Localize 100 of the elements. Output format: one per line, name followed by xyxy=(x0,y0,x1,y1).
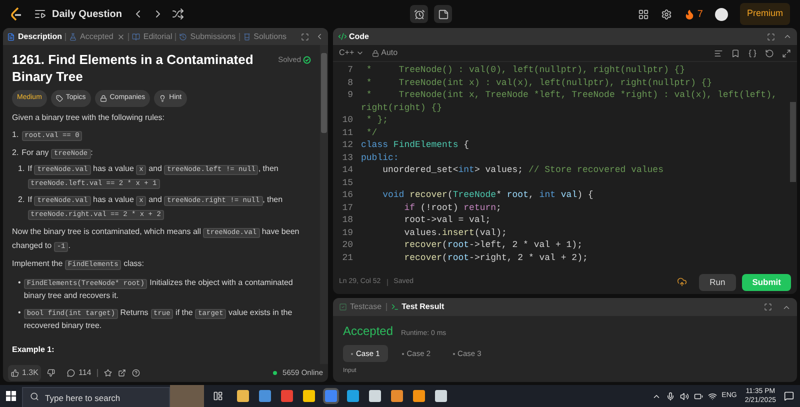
help-icon[interactable] xyxy=(132,369,140,377)
code-line: * TreeNode(int x, TreeNode *left, TreeNode *right) : val(x), left(left), right(right) {} xyxy=(361,89,778,114)
history-icon xyxy=(179,32,188,40)
code-line: recover(root->right, 2 * val + 2); xyxy=(403,252,589,264)
maximize-icon[interactable] xyxy=(301,32,309,40)
line-number: 12 xyxy=(341,139,354,152)
code-line: unordered_set<int> values; // Store recovered values xyxy=(382,164,664,176)
flame-icon[interactable] xyxy=(684,8,696,20)
section-heading: Example 1: xyxy=(12,344,56,356)
terminal-icon xyxy=(390,303,399,311)
panel-tab[interactable]: Description xyxy=(7,30,62,42)
list-marker: • xyxy=(18,276,21,288)
comment-icon xyxy=(67,369,76,377)
code-line: root->val = val; xyxy=(403,214,492,226)
flask-icon xyxy=(69,32,78,40)
comments-button[interactable]: 114 xyxy=(67,367,92,379)
wifi-icon[interactable] xyxy=(708,392,717,400)
battery-icon[interactable] xyxy=(694,392,703,400)
notification-icon[interactable] xyxy=(784,391,794,401)
lock-icon xyxy=(100,94,107,102)
volume-icon[interactable] xyxy=(680,392,689,400)
fullscreen-icon[interactable] xyxy=(782,48,791,58)
settings-icon[interactable] xyxy=(661,8,672,20)
reset-icon[interactable] xyxy=(765,48,774,58)
scrollbar-thumb[interactable] xyxy=(790,102,796,182)
problem-title: 1261. Find Elements in a Contaminated Binary Tree xyxy=(12,51,254,85)
star-icon[interactable] xyxy=(104,369,112,377)
paragraph: Given a binary tree with the following rules: xyxy=(12,112,166,124)
code-line: if (!root) return; xyxy=(403,202,502,214)
code-line: */ xyxy=(365,126,378,139)
line-number: 16 xyxy=(341,189,354,202)
line-number: 19 xyxy=(341,226,354,239)
code-line: values.insert(val); xyxy=(403,226,508,239)
checkbox-icon xyxy=(339,303,347,311)
thumbs-up-icon xyxy=(11,369,19,377)
line-number: 10 xyxy=(341,114,354,126)
mode-label[interactable]: Auto xyxy=(372,47,398,59)
shuffle-icon[interactable] xyxy=(172,8,184,20)
bookmark-icon[interactable] xyxy=(731,48,740,58)
beaker-icon xyxy=(242,32,251,40)
chevron-down-icon xyxy=(356,49,364,57)
avatar[interactable] xyxy=(714,8,728,20)
note-button[interactable] xyxy=(434,5,452,23)
list-marker: 2. xyxy=(18,194,25,206)
line-number: 13 xyxy=(341,152,354,164)
search-icon xyxy=(30,392,39,400)
panel-tab[interactable]: Test Result xyxy=(390,301,444,313)
collapse-icon[interactable] xyxy=(783,32,792,41)
line-number: 9 xyxy=(346,89,354,102)
dislike-icon[interactable] xyxy=(47,369,56,377)
book-icon xyxy=(132,32,140,40)
code-line: * TreeNode() : val(0), left(nullptr), right(nullptr) {} xyxy=(365,64,686,76)
check-circle-icon xyxy=(303,56,311,64)
line-number: 21 xyxy=(341,252,354,264)
panel-tab[interactable]: Submissions xyxy=(179,30,236,42)
alarm-clock-icon xyxy=(414,8,425,20)
panel-tab[interactable]: Editorial xyxy=(132,30,172,42)
scrollbar-thumb[interactable] xyxy=(321,53,327,133)
lightbulb-icon xyxy=(159,94,166,102)
streak-count[interactable]: 7 xyxy=(697,6,703,22)
windows-start-icon[interactable] xyxy=(6,391,16,401)
panel-title: Code xyxy=(349,30,369,42)
language-dropdown[interactable]: C++ xyxy=(339,47,364,59)
document-icon xyxy=(7,32,15,40)
format-icon[interactable] xyxy=(714,48,723,58)
code-line: * }; xyxy=(365,114,390,126)
upload-icon[interactable] xyxy=(676,277,687,287)
collapse-icon[interactable] xyxy=(315,32,324,41)
line-number: 14 xyxy=(341,164,354,176)
panel-tab[interactable]: Accepted xyxy=(69,30,126,42)
panel-tab[interactable]: Testcase xyxy=(339,301,382,313)
verdict: Accepted xyxy=(343,323,394,340)
code-line: * TreeNode(int x) : val(x), left(nullptr), right(nullptr) {} xyxy=(365,76,714,89)
line-number: 15 xyxy=(341,176,354,189)
microphone-icon[interactable] xyxy=(666,392,675,400)
line-number: 8 xyxy=(346,76,354,89)
list-marker: 1. xyxy=(12,129,19,141)
list-icon[interactable] xyxy=(34,8,46,20)
panel-tab[interactable]: Solutions xyxy=(242,30,287,42)
close-icon[interactable] xyxy=(117,32,126,40)
code-line: recover(root->left, 2 * val + 1); xyxy=(403,239,584,252)
maximize-icon[interactable] xyxy=(767,32,775,40)
lock-icon xyxy=(372,50,380,56)
share-icon[interactable] xyxy=(118,369,126,377)
line-number: 20 xyxy=(341,239,354,252)
like-button[interactable]: 1.3K xyxy=(8,365,42,381)
timer-button[interactable] xyxy=(410,5,428,23)
maximize-icon[interactable] xyxy=(764,303,772,311)
list-marker: 2. xyxy=(12,146,19,158)
line-number: 18 xyxy=(341,214,354,226)
line-number: 17 xyxy=(341,202,354,214)
braces-icon[interactable] xyxy=(748,48,757,58)
task-view-icon[interactable] xyxy=(213,391,223,401)
grid-icon[interactable] xyxy=(638,8,650,20)
daily-question-link[interactable]: Daily Question xyxy=(52,6,122,22)
code-line: void recover(TreeNode* root, int val) { xyxy=(382,189,594,202)
run-button[interactable]: Run xyxy=(698,274,736,290)
logo-icon[interactable] xyxy=(10,7,22,21)
premium-button[interactable]: Premium xyxy=(740,3,790,25)
taskbar-search-field[interactable]: Type here to search xyxy=(22,387,170,407)
